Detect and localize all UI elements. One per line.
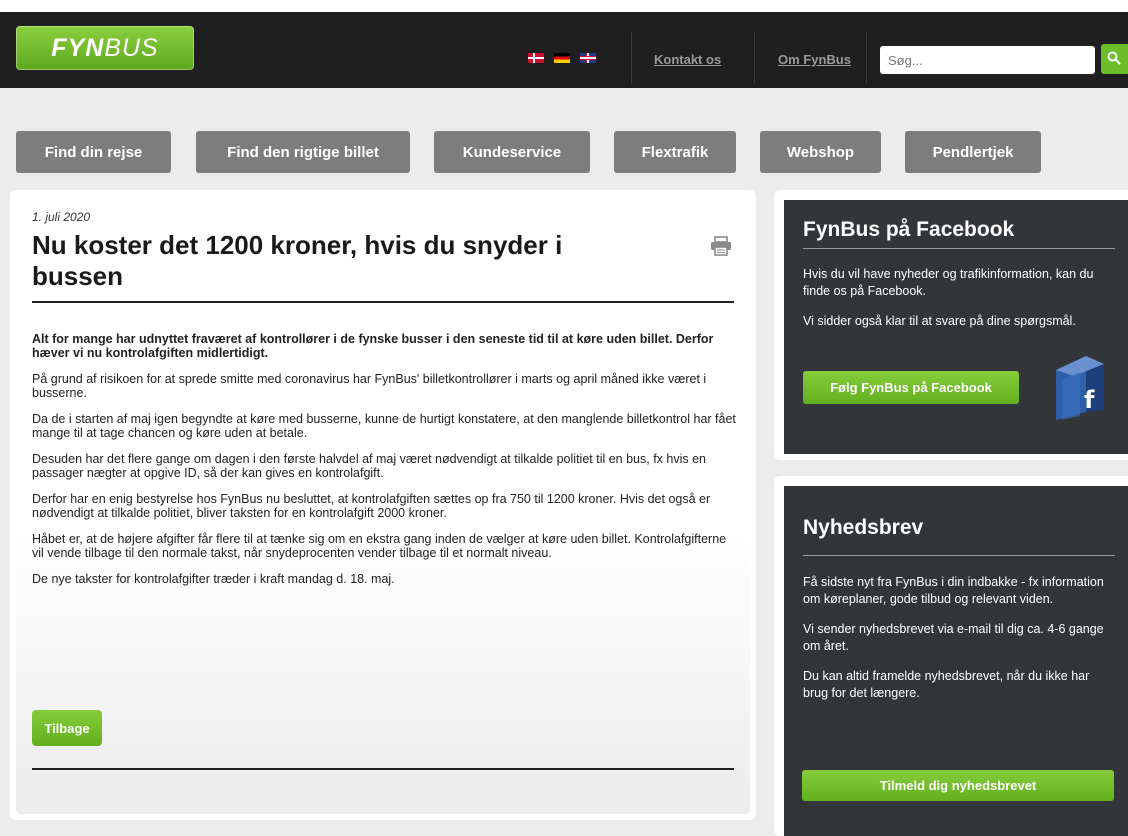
newsletter-text: Få sidste nyt fra FynBus i din indbakke … xyxy=(803,574,1113,715)
newsletter-box: Nyhedsbrev Få sidste nyt fra FynBus i di… xyxy=(784,486,1128,836)
print-icon[interactable] xyxy=(710,236,732,261)
facebook-panel: FynBus på Facebook Hvis du vil have nyhe… xyxy=(774,190,1128,460)
search-button[interactable] xyxy=(1101,44,1128,74)
back-button[interactable]: Tilbage xyxy=(32,710,102,746)
article-paragraph: Derfor har en enig bestyrelse hos FynBus… xyxy=(32,492,711,520)
facebook-icon[interactable]: f xyxy=(1046,350,1110,422)
facebook-title-rule xyxy=(803,248,1115,249)
language-selector xyxy=(528,53,596,63)
newsletter-text-2: Vi sender nyhedsbrevet via e-mail til di… xyxy=(803,622,1104,653)
header-divider xyxy=(631,32,632,84)
header-divider xyxy=(754,32,755,84)
newsletter-panel: Nyhedsbrev Få sidste nyt fra FynBus i di… xyxy=(774,476,1128,836)
fynbus-logo[interactable]: FYNBUS xyxy=(16,26,194,70)
article-paragraph: De nye takster for kontrolafgifter træde… xyxy=(32,572,395,586)
newsletter-title-rule xyxy=(803,555,1115,556)
article-paragraph: På grund af risikoen for at sprede smitt… xyxy=(32,372,707,400)
logo-text-fyn: FYN xyxy=(51,33,105,62)
newsletter-text-1: Få sidste nyt fra FynBus i din indbakke … xyxy=(803,575,1104,606)
article-title: Nu koster det 1200 kroner, hvis du snyde… xyxy=(32,230,563,291)
title-divider xyxy=(32,301,734,303)
german-flag-icon[interactable] xyxy=(554,53,570,63)
search-icon xyxy=(1107,51,1121,65)
article-paragraph: Håbet er, at de højere afgifter får fler… xyxy=(32,532,727,560)
danish-flag-icon[interactable] xyxy=(528,53,544,63)
article-body: Alt for mange har udnyttet fraværet af k… xyxy=(32,332,738,598)
nav-flextrafik[interactable]: Flextrafik xyxy=(614,131,736,173)
facebook-title: FynBus på Facebook xyxy=(803,218,1015,241)
facebook-text-1: Hvis du vil have nyheder og trafikinform… xyxy=(803,267,1094,298)
article-paragraph: Da de i starten af maj igen begyndte at … xyxy=(32,412,736,440)
nav-kundeservice[interactable]: Kundeservice xyxy=(434,131,590,173)
nav-pendlertjek[interactable]: Pendlertjek xyxy=(905,131,1041,173)
article-date: 1. juli 2020 xyxy=(32,210,91,224)
nav-find-din-rejse[interactable]: Find din rejse xyxy=(16,131,171,173)
article-lead: Alt for mange har udnyttet fraværet af k… xyxy=(32,332,714,360)
nav-find-den-rigtige-billet[interactable]: Find den rigtige billet xyxy=(196,131,410,173)
header-divider xyxy=(866,32,867,84)
facebook-text: Hvis du vil have nyheder og trafikinform… xyxy=(803,266,1113,343)
about-link[interactable]: Om FynBus xyxy=(778,52,851,67)
search-input[interactable] xyxy=(880,46,1095,74)
logo-text-bus: BUS xyxy=(104,33,159,62)
newsletter-title: Nyhedsbrev xyxy=(803,516,924,539)
follow-facebook-button[interactable]: Følg FynBus på Facebook xyxy=(803,371,1019,404)
facebook-box: FynBus på Facebook Hvis du vil have nyhe… xyxy=(784,200,1128,454)
facebook-icon-letter: f xyxy=(1084,386,1095,414)
newsletter-text-3: Du kan altid framelde nyhedsbrevet, når … xyxy=(803,669,1090,700)
article-paragraph: Desuden har det flere gange om dagen i d… xyxy=(32,452,706,480)
newsletter-signup-button[interactable]: Tilmeld dig nyhedsbrevet xyxy=(802,770,1114,801)
article-content: 1. juli 2020 Nu koster det 1200 kroner, … xyxy=(16,196,750,814)
contact-link[interactable]: Kontakt os xyxy=(654,52,721,67)
site-header: FYNBUS Kontakt os Om FynBus xyxy=(0,0,1128,88)
bottom-divider xyxy=(32,768,734,770)
facebook-text-2: Vi sidder også klar til at svare på dine… xyxy=(803,314,1076,328)
article-panel: 1. juli 2020 Nu koster det 1200 kroner, … xyxy=(10,190,756,820)
uk-flag-icon[interactable] xyxy=(580,53,596,63)
nav-webshop[interactable]: Webshop xyxy=(760,131,881,173)
